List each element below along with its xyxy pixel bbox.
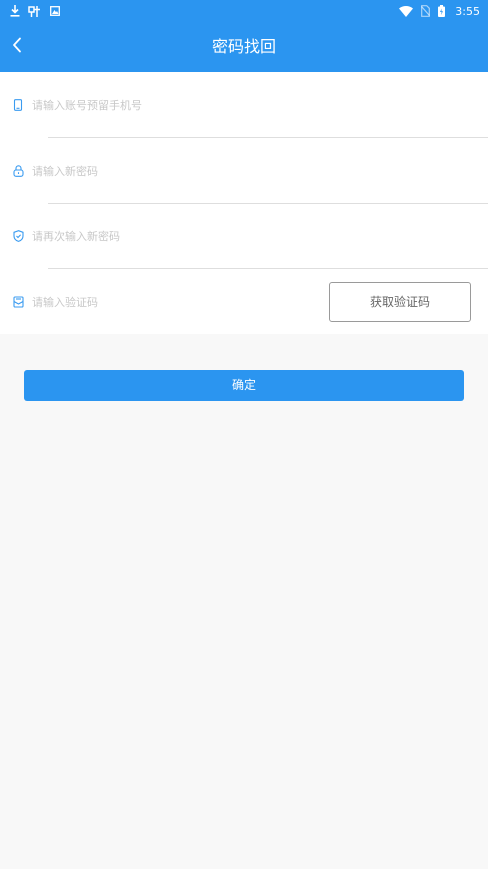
mail-icon [12, 296, 24, 308]
password-reset-form: 获取验证码 [0, 72, 488, 334]
status-bar-right: 3:55 [399, 5, 480, 18]
shield-icon [12, 230, 24, 242]
photo-icon [50, 6, 60, 16]
status-bar: 3:55 [0, 0, 488, 22]
battery-icon [438, 5, 446, 17]
no-sim-icon [421, 5, 431, 17]
new-password-input[interactable] [32, 160, 312, 182]
confirm-password-row [0, 203, 488, 269]
lock-icon [12, 165, 24, 177]
chevron-left-icon [12, 37, 22, 57]
new-password-row [0, 138, 488, 204]
app-notification-icon [28, 5, 42, 18]
verification-code-input[interactable] [32, 291, 302, 313]
status-bar-left [10, 5, 60, 18]
phone-icon [12, 99, 24, 111]
download-icon [10, 5, 20, 17]
status-time: 3:55 [455, 4, 480, 18]
confirm-button[interactable]: 确定 [24, 370, 464, 401]
app-header: 密码找回 [0, 22, 488, 72]
confirm-password-input[interactable] [32, 225, 312, 247]
wifi-icon [399, 5, 414, 17]
back-button[interactable] [4, 34, 30, 60]
page-title: 密码找回 [211, 37, 276, 56]
get-code-button[interactable]: 获取验证码 [329, 282, 471, 322]
account-phone-input[interactable] [32, 94, 312, 116]
account-row [0, 72, 488, 138]
